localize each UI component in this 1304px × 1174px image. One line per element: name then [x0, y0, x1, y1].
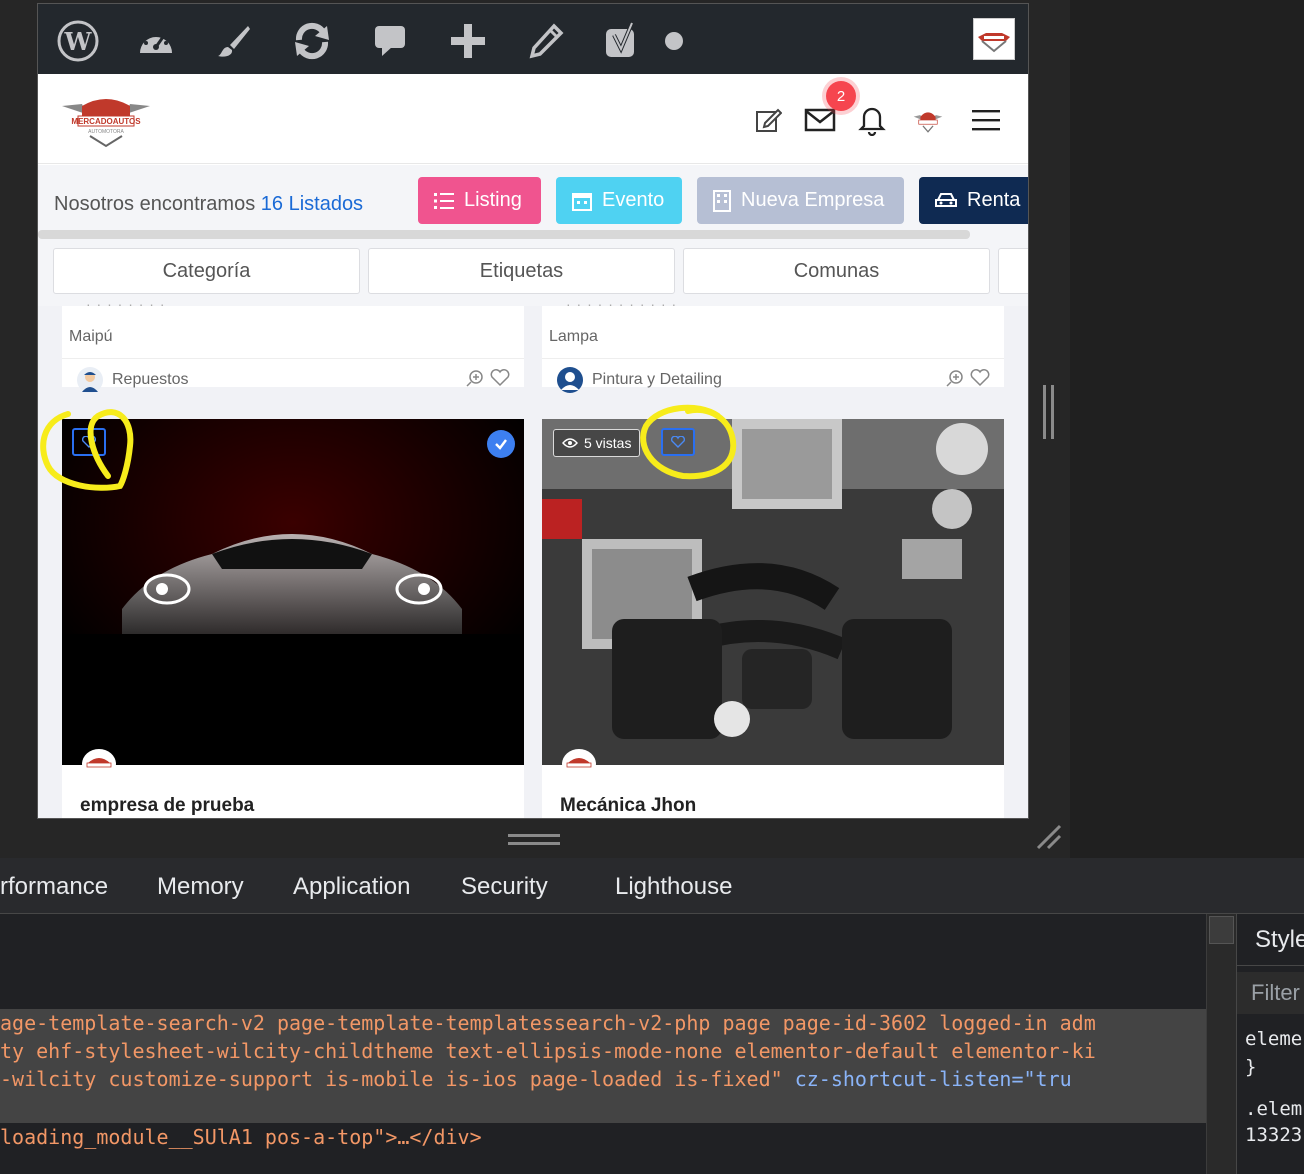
results-bar: Nosotros encontramos 16 Listados Listing… [38, 165, 1028, 240]
styles-panel: Style Filter eleme } .elem 13323 [1236, 914, 1304, 1174]
results-count-text: Nosotros encontramos 16 Listados [54, 193, 363, 216]
svg-text:AUTOMOTORA: AUTOMOTORA [88, 129, 124, 135]
filter-more[interactable] [998, 248, 1028, 294]
tab-lighthouse[interactable]: Lighthouse [615, 873, 732, 901]
yoast-icon[interactable] [602, 19, 646, 63]
code-line: ty ehf-stylesheet-wilcity-childtheme tex… [0, 1039, 1096, 1063]
car-icon [935, 192, 957, 207]
updates-icon[interactable] [290, 19, 334, 63]
mail-badge: 2 [826, 81, 856, 111]
style-rule: 13323 [1245, 1124, 1303, 1146]
horizontal-scrollbar[interactable] [38, 230, 970, 239]
tab-performance[interactable]: rformance [0, 873, 108, 901]
highlight-annotation [40, 404, 737, 491]
scrollbar-thumb[interactable] [1209, 916, 1234, 944]
dashboard-icon[interactable] [134, 19, 178, 63]
bell-icon[interactable] [856, 104, 888, 136]
wp-admin-bar: W [38, 4, 1028, 74]
style-rule: eleme [1245, 1028, 1303, 1050]
filter-categoria[interactable]: Categoría [53, 248, 360, 294]
code-text: -wilcity customize-support is-mobile is-… [0, 1067, 783, 1091]
mobile-viewport: W MERCADOAUTOS AUTOMOTORA 2 Nosotros enc… [37, 3, 1029, 819]
company-logo [82, 749, 116, 779]
results-count: 16 Listados [260, 193, 364, 215]
list-icon [434, 192, 454, 209]
renta-button[interactable]: Renta [919, 177, 1028, 224]
tab-memory[interactable]: Memory [157, 873, 244, 901]
hamburger-menu-icon[interactable] [970, 104, 1002, 136]
company-logo [562, 749, 596, 779]
resize-corner-icon[interactable] [1034, 822, 1064, 852]
site-logo[interactable]: MERCADOAUTOS AUTOMOTORA [60, 92, 152, 148]
evento-button[interactable]: Evento [556, 177, 682, 224]
devtools-tabs: rformance Memory Application Security Li… [0, 858, 1304, 914]
building-icon [713, 189, 731, 212]
filter-etiquetas[interactable]: Etiquetas [368, 248, 675, 294]
listing-button[interactable]: Listing [418, 177, 541, 224]
filter-row: Categoría Etiquetas Comunas [38, 240, 1028, 306]
edit-icon[interactable] [524, 19, 568, 63]
resize-handle-right[interactable] [1042, 385, 1056, 439]
comments-icon[interactable] [368, 19, 412, 63]
status-dot-icon [652, 19, 696, 63]
svg-text:W: W [64, 27, 93, 56]
code-attr: cz-shortcut-listen="tru [782, 1067, 1072, 1091]
customize-brush-icon[interactable] [212, 19, 256, 63]
device-frame-right [1070, 0, 1304, 858]
wordpress-icon[interactable]: W [56, 19, 100, 63]
renta-button-label: Renta [967, 189, 1021, 211]
styles-filter-input[interactable]: Filter [1237, 972, 1304, 1014]
code-line: -wilcity customize-support is-mobile is-… [0, 1067, 1072, 1091]
code-line: age-template-search-v2 page-template-tem… [0, 1011, 1096, 1035]
card-title[interactable]: Mecánica Jhon [560, 795, 696, 817]
nueva-empresa-button[interactable]: Nueva Empresa [697, 177, 904, 224]
new-content-icon[interactable] [446, 19, 490, 63]
card-title[interactable]: empresa de prueba [80, 795, 254, 817]
tab-application[interactable]: Application [293, 873, 410, 901]
resize-handle-bottom[interactable] [508, 833, 560, 847]
compose-icon[interactable] [752, 104, 784, 136]
evento-button-label: Evento [602, 189, 665, 211]
mail-icon[interactable] [804, 104, 836, 136]
style-rule: } [1245, 1056, 1257, 1078]
nueva-empresa-button-label: Nueva Empresa [741, 189, 885, 211]
listing-grid: · · · · · · · · Maipú Repuestos · · · · … [38, 296, 1028, 818]
svg-text:MERCADOAUTOS: MERCADOAUTOS [71, 117, 141, 126]
style-rule: .elem [1245, 1098, 1303, 1120]
tab-security[interactable]: Security [461, 873, 548, 901]
devtools-scrollbar[interactable] [1206, 914, 1236, 1174]
site-header: MERCADOAUTOS AUTOMOTORA 2 [38, 74, 1028, 164]
calendar-icon [572, 192, 592, 211]
results-prefix: Nosotros encontramos [54, 193, 256, 215]
filter-comunas[interactable]: Comunas [683, 248, 990, 294]
code-line[interactable]: loading_module__SUlA1 pos-a-top">…</div> [0, 1125, 482, 1149]
elements-panel: age-template-search-v2 page-template-tem… [0, 914, 1206, 1174]
user-avatar[interactable] [912, 104, 944, 136]
listing-button-label: Listing [464, 189, 522, 211]
admin-avatar[interactable] [973, 18, 1015, 60]
styles-tab[interactable]: Style [1237, 914, 1304, 966]
